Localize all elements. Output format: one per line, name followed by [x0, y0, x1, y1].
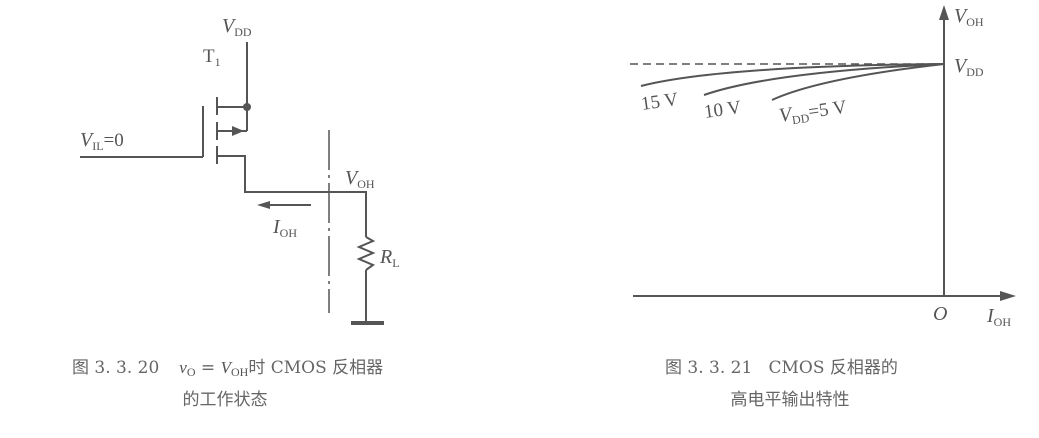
- ioh-label: IOH: [272, 216, 297, 240]
- left-caption-line1: 图 3. 3. 20 vO = VOH时 CMOS 反相器: [72, 358, 383, 379]
- voh-label: VOH: [345, 167, 375, 191]
- right-caption-line2: 高电平输出特性: [731, 390, 850, 410]
- resistor-rl: [356, 236, 376, 271]
- left-caption-line2: 的工作状态: [183, 390, 268, 410]
- x-axis-arrow-icon: [1000, 291, 1016, 301]
- curve-label-15v: 15 V: [640, 89, 680, 115]
- rl-label: RL: [379, 246, 400, 270]
- curve-label-5v: VDD=5 V: [778, 96, 849, 129]
- y-axis-arrow-icon: [939, 5, 949, 20]
- body-arrow-icon: [232, 126, 244, 136]
- drain-wire: [217, 155, 367, 237]
- curve-label-10v: 10 V: [703, 97, 743, 123]
- vil-label: VIL=0: [80, 129, 124, 153]
- x-axis-label: IOH: [986, 305, 1011, 329]
- figure-canvas: VDD T1 VIL=0 RL VOH IOH 图 3. 3. 20 vO = V…: [72, 5, 1016, 410]
- t1-label: T1: [203, 46, 221, 69]
- cmos-circuit: VDD T1 VIL=0 RL VOH IOH: [80, 15, 400, 325]
- y-axis-label: VOH: [954, 5, 984, 29]
- arrowhead-icon: [257, 201, 270, 209]
- right-caption-line1: 图 3. 3. 21 CMOS 反相器的: [665, 358, 898, 378]
- origin-label: O: [933, 303, 947, 325]
- vdd-label: VDD: [222, 15, 252, 39]
- output-characteristic: 15 V 10 V VDD=5 V VDD VOH O IOH: [630, 5, 1016, 329]
- vdd-level-label: VDD: [954, 55, 984, 79]
